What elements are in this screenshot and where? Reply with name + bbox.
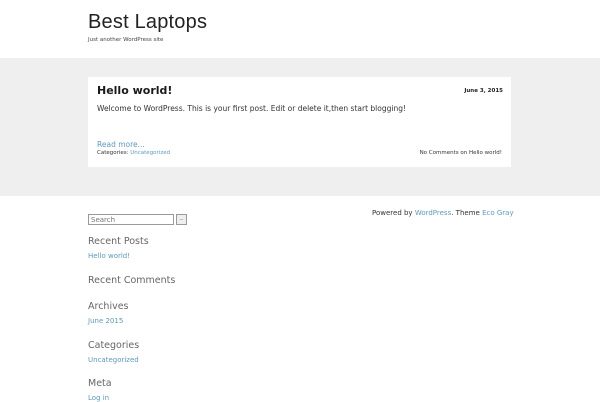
archive-link[interactable]: June 2015: [88, 317, 123, 325]
search-input[interactable]: [88, 214, 174, 225]
login-link[interactable]: Log in: [88, 394, 109, 402]
categories-title: Categories: [88, 340, 140, 351]
site-description: Just another WordPress site: [88, 37, 164, 43]
footer-credit: Powered by WordPress. Theme Eco Gray: [372, 209, 514, 217]
recent-posts-title: Recent Posts: [88, 236, 149, 247]
category-link[interactable]: Uncategorized: [130, 150, 170, 156]
theme-link[interactable]: Eco Gray: [482, 209, 514, 217]
read-more-link[interactable]: Read more...: [97, 140, 145, 149]
search-button[interactable]: ...: [176, 214, 187, 225]
archives-title: Archives: [88, 301, 129, 312]
theme-text: . Theme: [451, 209, 480, 217]
site-title[interactable]: Best Laptops: [88, 9, 207, 35]
recent-post-link[interactable]: Hello world!: [88, 252, 130, 260]
post-categories: Categories: Uncategorized: [97, 150, 170, 156]
wordpress-link[interactable]: WordPress: [415, 209, 451, 217]
sidebar-category-link[interactable]: Uncategorized: [88, 356, 139, 364]
post-title[interactable]: Hello world!: [97, 84, 172, 98]
recent-comments-title: Recent Comments: [88, 275, 176, 286]
categories-label: Categories:: [97, 150, 129, 156]
post-date: June 3, 2015: [464, 88, 503, 94]
post-comments: No Comments on Hello world!: [419, 150, 502, 156]
site-header: Best Laptops Just another WordPress site: [0, 0, 600, 58]
post-card: Hello world! June 3, 2015 Welcome to Wor…: [88, 77, 511, 167]
powered-by-text: Powered by: [372, 209, 413, 217]
meta-title: Meta: [88, 378, 112, 389]
post-excerpt: Welcome to WordPress. This is your first…: [97, 104, 406, 113]
